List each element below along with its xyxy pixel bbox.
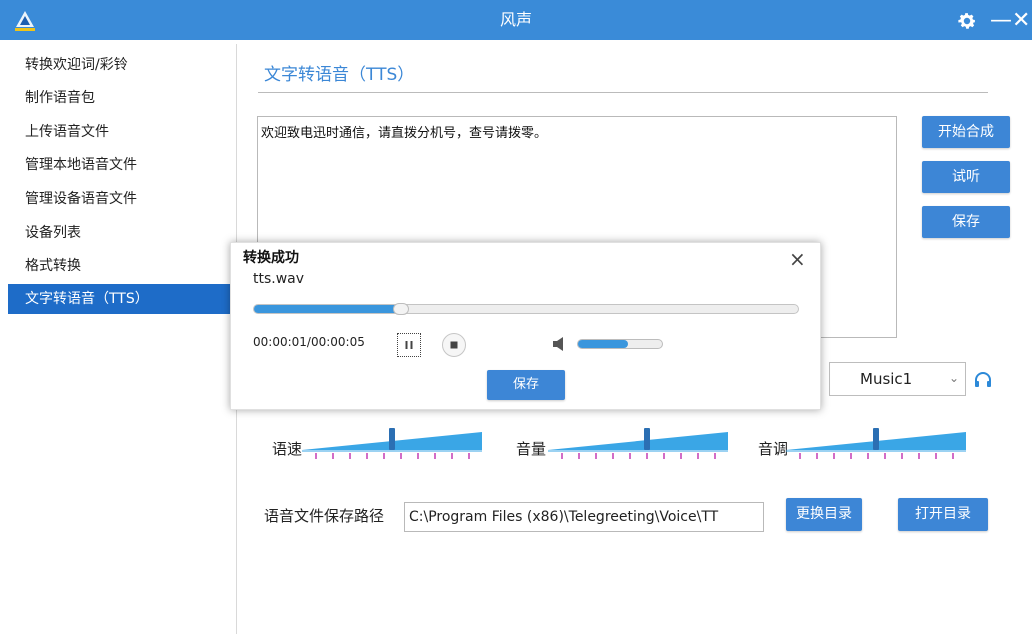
close-window-button[interactable]: ✕ — [1012, 10, 1030, 32]
title-divider — [258, 92, 988, 93]
save-path-label: 语音文件保存路径 — [264, 507, 385, 525]
slider-handle[interactable] — [644, 428, 650, 450]
sidebar-item-device-files[interactable]: 管理设备语音文件 — [8, 184, 236, 214]
playback-progress-fill — [254, 305, 401, 313]
speed-label: 语速 — [272, 440, 303, 458]
sidebar-item-local-files[interactable]: 管理本地语音文件 — [8, 150, 236, 180]
slider-wedge — [548, 432, 728, 450]
save-path-input[interactable]: C:\Program Files (x86)\Telegreeting\Voic… — [404, 502, 764, 532]
pitch-slider[interactable] — [786, 424, 966, 464]
volume-bar[interactable] — [577, 339, 663, 349]
close-icon[interactable]: × — [789, 249, 806, 269]
gear-icon[interactable] — [956, 10, 978, 32]
title-bar: 风声 — ✕ — [0, 0, 1032, 40]
change-directory-button[interactable]: 更换目录 — [786, 498, 862, 531]
save-button[interactable]: 保存 — [922, 206, 1010, 238]
volume-label: 音量 — [516, 440, 547, 458]
sidebar: 转换欢迎词/彩铃 制作语音包 上传语音文件 管理本地语音文件 管理设备语音文件 … — [8, 44, 237, 634]
sidebar-item-format-convert[interactable]: 格式转换 — [8, 251, 236, 281]
speaker-icon[interactable] — [551, 335, 571, 353]
page-title: 文字转语音（TTS） — [264, 65, 415, 85]
audio-filename: tts.wav — [253, 271, 305, 287]
sidebar-item-tts[interactable]: 文字转语音（TTS） — [8, 284, 236, 314]
sidebar-item-device-list[interactable]: 设备列表 — [8, 218, 236, 248]
window-title: 风声 — [499, 10, 532, 29]
stop-button[interactable] — [442, 333, 466, 357]
synthesize-button[interactable]: 开始合成 — [922, 116, 1010, 148]
playback-progress-bar[interactable] — [253, 303, 799, 315]
music-select-value: Music1 — [860, 370, 913, 388]
sidebar-item-voice-pack[interactable]: 制作语音包 — [8, 83, 236, 113]
speed-slider[interactable] — [302, 424, 482, 464]
sidebar-item-upload[interactable]: 上传语音文件 — [8, 117, 236, 147]
stop-icon — [450, 341, 458, 349]
pitch-label: 音调 — [758, 440, 789, 458]
dialog-title: 转换成功 — [243, 250, 299, 266]
slider-handle[interactable] — [873, 428, 879, 450]
chevron-down-icon: ⌄ — [949, 371, 960, 385]
headphone-icon[interactable] — [973, 370, 993, 390]
volume-bar-fill — [578, 340, 629, 348]
pause-icon — [405, 341, 413, 349]
music-select[interactable]: Music1 ⌄ — [829, 362, 966, 396]
playback-time: 00:00:01/00:00:05 — [253, 335, 365, 349]
dialog-save-button[interactable]: 保存 — [487, 370, 565, 400]
preview-button[interactable]: 试听 — [922, 161, 1010, 193]
playback-progress-handle[interactable] — [392, 303, 409, 315]
slider-handle[interactable] — [389, 428, 395, 450]
sidebar-item-welcome[interactable]: 转换欢迎词/彩铃 — [8, 50, 236, 80]
volume-slider[interactable] — [548, 424, 728, 464]
open-directory-button[interactable]: 打开目录 — [898, 498, 988, 531]
pause-button[interactable] — [397, 333, 421, 357]
conversion-success-dialog: 转换成功 × tts.wav 00:00:01/00:00:05 保存 — [230, 242, 821, 410]
minimize-button[interactable]: — — [990, 10, 1012, 32]
